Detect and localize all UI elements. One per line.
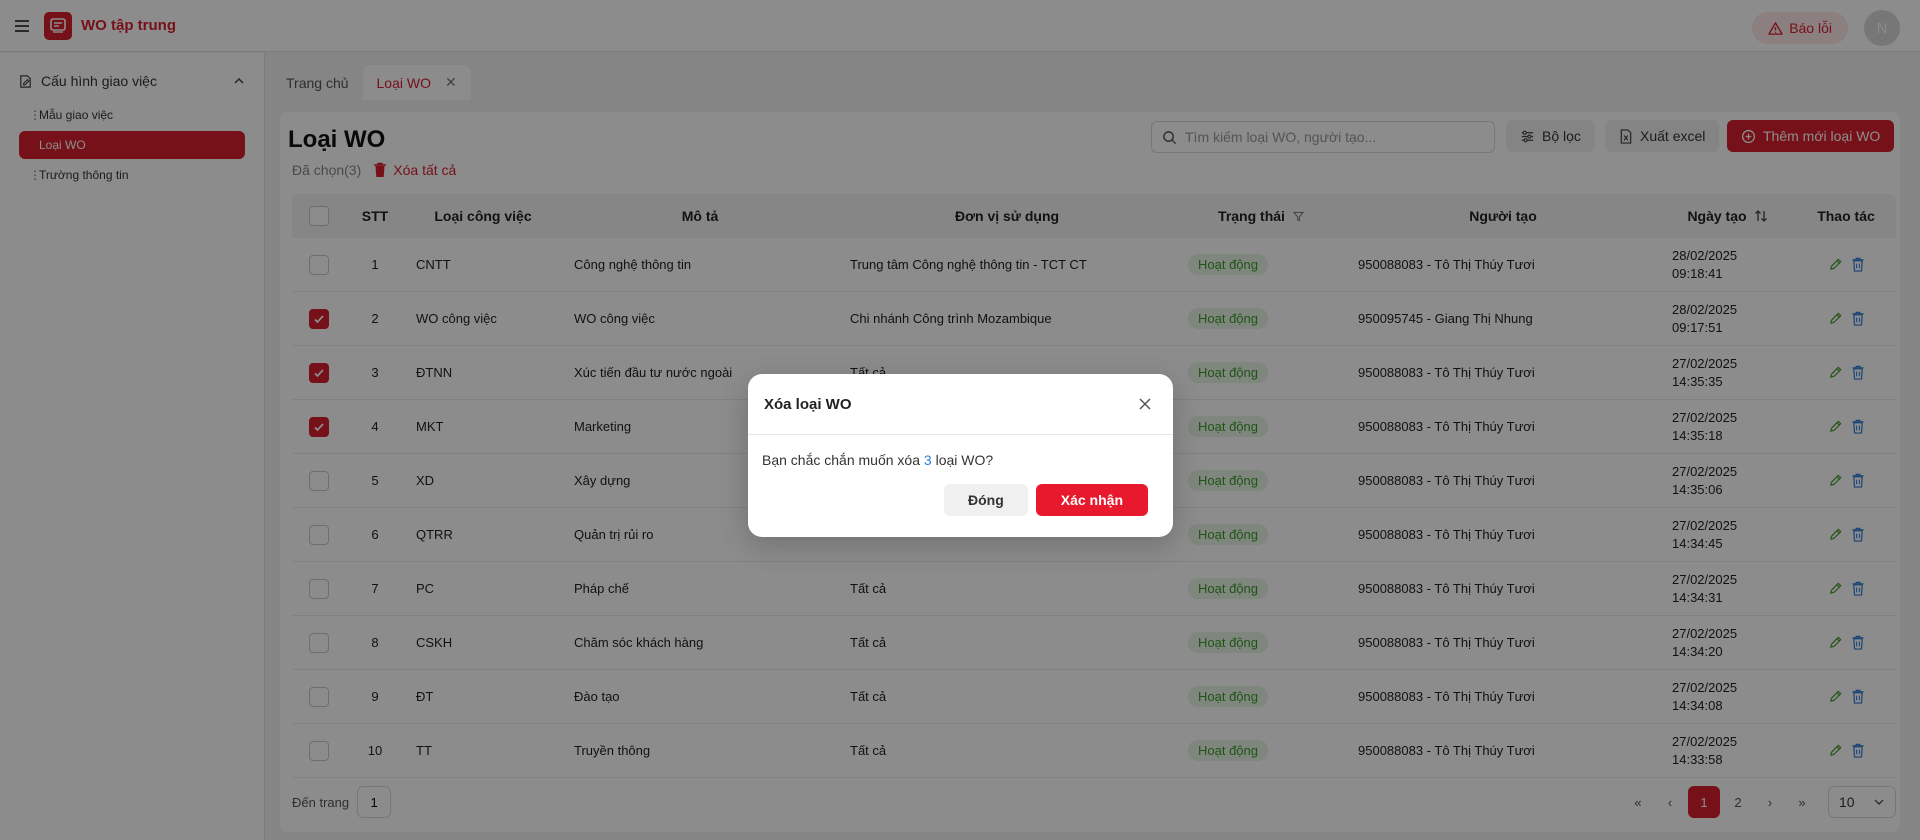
dialog-message-prefix: Bạn chắc chắn muốn xóa <box>762 452 924 468</box>
dialog-message-count: 3 <box>923 452 932 468</box>
dialog-close-button[interactable] <box>1135 394 1155 414</box>
dialog-message: Bạn chắc chắn muốn xóa 3 loại WO? <box>762 452 993 468</box>
close-icon <box>1139 398 1151 410</box>
delete-confirm-dialog: Xóa loại WO Bạn chắc chắn muốn xóa 3 loạ… <box>748 374 1173 537</box>
dialog-message-suffix: loại WO? <box>931 452 994 468</box>
dialog-divider <box>748 434 1173 435</box>
dialog-cancel-button[interactable]: Đóng <box>943 484 1028 516</box>
dialog-confirm-button[interactable]: Xác nhận <box>1035 484 1148 516</box>
dialog-title: Xóa loại WO <box>764 396 852 413</box>
